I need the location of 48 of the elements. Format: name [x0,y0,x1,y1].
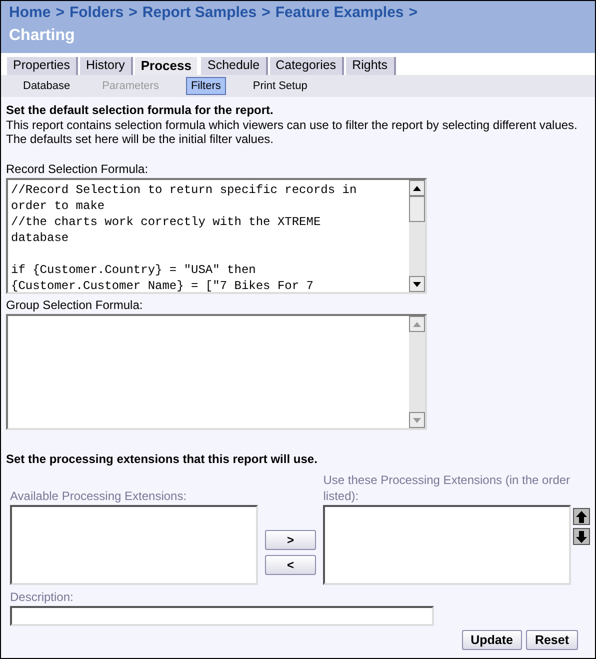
tab[interactable]: Process [134,57,200,76]
remove-button[interactable]: < [265,555,316,575]
tab[interactable]: History [80,57,133,75]
up-triangle-icon [413,186,421,190]
field-label: Description: [9,589,74,605]
field-label: Group Selection Formula: [6,298,144,312]
page-title: Charting [9,27,76,45]
up-arrow-icon [576,510,588,522]
section-heading: Set the default selection formula for the report. [6,103,274,117]
formula-line: database [11,231,69,245]
up-triangle-icon [413,322,421,326]
down-arrow-icon [576,530,588,542]
subtab[interactable]: Filters [186,77,226,95]
formula-text-area[interactable] [6,314,427,430]
formula-text-area[interactable]: //Record Selection to return specific records in order to make //the charts work correctly with the XTREME database if {Customer.Country} = "USA" then {Customer.Customer Name} = ["7 Bikes For 7 [6,178,427,294]
tab[interactable]: Rights [346,57,396,75]
breadcrumb-separator: > [408,4,418,21]
breadcrumb-separator: > [262,4,270,21]
add-button[interactable]: > [265,530,316,550]
list-box[interactable] [10,505,258,585]
field-label: Record Selection Formula: [6,162,150,176]
formula-line: //the charts work correctly with the XTREME [11,215,321,229]
scrollbar[interactable] [409,180,425,292]
subtab[interactable]: Database [18,77,76,95]
field-label: Available Processing Extensions: [10,488,188,504]
description-field[interactable] [10,606,434,626]
tab[interactable]: Schedule [201,57,268,75]
move-up-button[interactable] [573,508,590,525]
move-down-button[interactable] [573,528,590,545]
down-triangle-icon [413,418,421,422]
scrollbar[interactable] [409,316,425,428]
section-heading: Set the processing extensions that this report will use. [6,452,318,466]
tab[interactable]: Categories [270,57,344,75]
action-button[interactable]: Reset [526,630,578,650]
subtab[interactable]: Print Setup [248,77,312,95]
action-button[interactable]: Update [462,630,522,650]
formula-line: order to make [11,199,105,213]
formula-line: if {Customer.Country} = "USA" then [11,263,256,277]
field-label: Use these Processing Extensions (in the order listed): [323,472,572,504]
down-triangle-icon [413,282,421,286]
tab[interactable]: Properties [7,57,78,75]
breadcrumb-separator: > [128,4,138,21]
section-description: This report contains selection formula which viewers can use to filter the report by selecting different values. The defaults set here will be the initial filter values. [6,118,578,146]
formula-line: //Record Selection to return specific records in [11,183,357,197]
breadcrumb-separator: > [56,4,64,21]
scrollbar-thumb[interactable] [409,196,425,222]
list-box[interactable] [323,505,572,585]
formula-line: {Customer.Customer Name} = ["7 Bikes For 7 [11,279,314,292]
